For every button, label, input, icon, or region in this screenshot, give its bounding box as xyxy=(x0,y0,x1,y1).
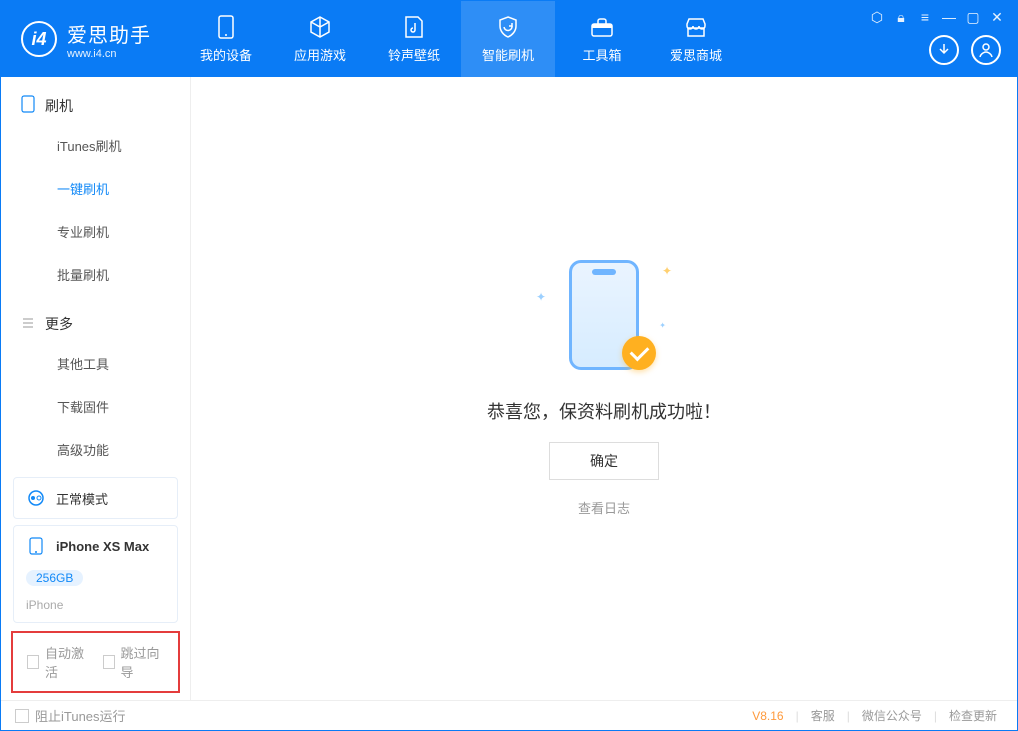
header: i4 爱思助手 www.i4.cn 我的设备 应用游戏 铃声壁纸 智能刷机 工具… xyxy=(1,1,1017,77)
nav-store[interactable]: 爱思商城 xyxy=(649,1,743,77)
nav-label: 我的设备 xyxy=(200,45,252,64)
list-icon xyxy=(21,316,35,333)
minimize-button[interactable]: — xyxy=(941,9,957,25)
section-title: 刷机 xyxy=(45,96,73,116)
sidebar-item-download-firmware[interactable]: 下载固件 xyxy=(1,385,190,428)
sidebar-item-itunes-flash[interactable]: iTunes刷机 xyxy=(1,124,190,167)
sidebar-section-more: 更多 xyxy=(1,296,190,342)
sparkle-icon: ✦ xyxy=(659,321,666,330)
checkmark-badge-icon xyxy=(622,336,656,370)
device-icon xyxy=(214,15,238,39)
device-phone-icon xyxy=(26,536,46,556)
success-message: 恭喜您，保资料刷机成功啦！ xyxy=(487,398,721,424)
nav-ringtone-wallpaper[interactable]: 铃声壁纸 xyxy=(367,1,461,77)
device-name: iPhone XS Max xyxy=(56,539,149,554)
mode-label: 正常模式 xyxy=(56,489,108,508)
success-illustration: ✦ ✦ ✦ xyxy=(534,260,674,380)
sidebar-section-flash: 刷机 xyxy=(1,77,190,124)
device-card[interactable]: iPhone XS Max 256GB iPhone xyxy=(13,525,178,623)
checkbox-skip-guide[interactable]: 跳过向导 xyxy=(103,643,165,681)
lock-icon[interactable]: 🔒︎ xyxy=(893,9,909,25)
nav-label: 铃声壁纸 xyxy=(388,45,440,64)
sidebar-item-oneclick-flash[interactable]: 一键刷机 xyxy=(1,167,190,210)
brand-subtitle: www.i4.cn xyxy=(67,48,151,60)
top-nav: 我的设备 应用游戏 铃声壁纸 智能刷机 工具箱 爱思商城 xyxy=(179,1,743,77)
sidebar-item-advanced[interactable]: 高级功能 xyxy=(1,428,190,471)
flash-options: 自动激活 跳过向导 xyxy=(11,631,180,693)
toolbox-icon xyxy=(590,15,614,39)
nav-my-device[interactable]: 我的设备 xyxy=(179,1,273,77)
shirt-icon[interactable]: ⬡ xyxy=(869,9,885,25)
menu-icon[interactable]: ≡ xyxy=(917,9,933,25)
view-log-link[interactable]: 查看日志 xyxy=(578,498,630,517)
phone-outline-icon xyxy=(21,95,35,116)
mode-card[interactable]: 正常模式 xyxy=(13,477,178,519)
window-controls: ⬡ 🔒︎ ≡ — ▢ ✕ xyxy=(869,9,1005,25)
nav-label: 智能刷机 xyxy=(482,45,534,64)
maximize-button[interactable]: ▢ xyxy=(965,9,981,25)
sidebar-item-batch-flash[interactable]: 批量刷机 xyxy=(1,253,190,296)
cube-icon xyxy=(308,15,332,39)
mode-icon xyxy=(26,488,46,508)
checkbox-block-itunes[interactable]: 阻止iTunes运行 xyxy=(15,706,126,725)
footer: 阻止iTunes运行 V8.16 | 客服 | 微信公众号 | 检查更新 xyxy=(1,700,1017,730)
user-button[interactable] xyxy=(971,35,1001,65)
checkbox-auto-activate[interactable]: 自动激活 xyxy=(27,643,89,681)
sparkle-icon: ✦ xyxy=(536,290,546,304)
confirm-button[interactable]: 确定 xyxy=(549,442,659,480)
logo[interactable]: i4 爱思助手 www.i4.cn xyxy=(1,19,171,60)
footer-link-wechat[interactable]: 微信公众号 xyxy=(856,707,928,724)
music-file-icon xyxy=(402,15,426,39)
version-label: V8.16 xyxy=(752,709,783,723)
nav-toolbox[interactable]: 工具箱 xyxy=(555,1,649,77)
sidebar-item-other-tools[interactable]: 其他工具 xyxy=(1,342,190,385)
sidebar-item-pro-flash[interactable]: 专业刷机 xyxy=(1,210,190,253)
footer-link-update[interactable]: 检查更新 xyxy=(943,707,1003,724)
nav-smart-flash[interactable]: 智能刷机 xyxy=(461,1,555,77)
footer-link-support[interactable]: 客服 xyxy=(805,707,841,724)
main-content: ✦ ✦ ✦ 恭喜您，保资料刷机成功啦！ 确定 查看日志 xyxy=(191,77,1017,700)
close-button[interactable]: ✕ xyxy=(989,9,1005,25)
device-type: iPhone xyxy=(26,598,63,612)
download-button[interactable] xyxy=(929,35,959,65)
store-icon xyxy=(684,15,708,39)
section-title: 更多 xyxy=(45,314,73,334)
nav-label: 爱思商城 xyxy=(670,45,722,64)
nav-apps-games[interactable]: 应用游戏 xyxy=(273,1,367,77)
device-storage: 256GB xyxy=(26,570,83,586)
brand-title: 爱思助手 xyxy=(67,19,151,48)
shield-refresh-icon xyxy=(496,15,520,39)
logo-icon: i4 xyxy=(21,21,57,57)
sidebar: 刷机 iTunes刷机 一键刷机 专业刷机 批量刷机 更多 其他工具 下载固件 … xyxy=(1,77,191,700)
nav-label: 工具箱 xyxy=(582,45,621,64)
nav-label: 应用游戏 xyxy=(294,45,346,64)
sparkle-icon: ✦ xyxy=(662,264,672,278)
